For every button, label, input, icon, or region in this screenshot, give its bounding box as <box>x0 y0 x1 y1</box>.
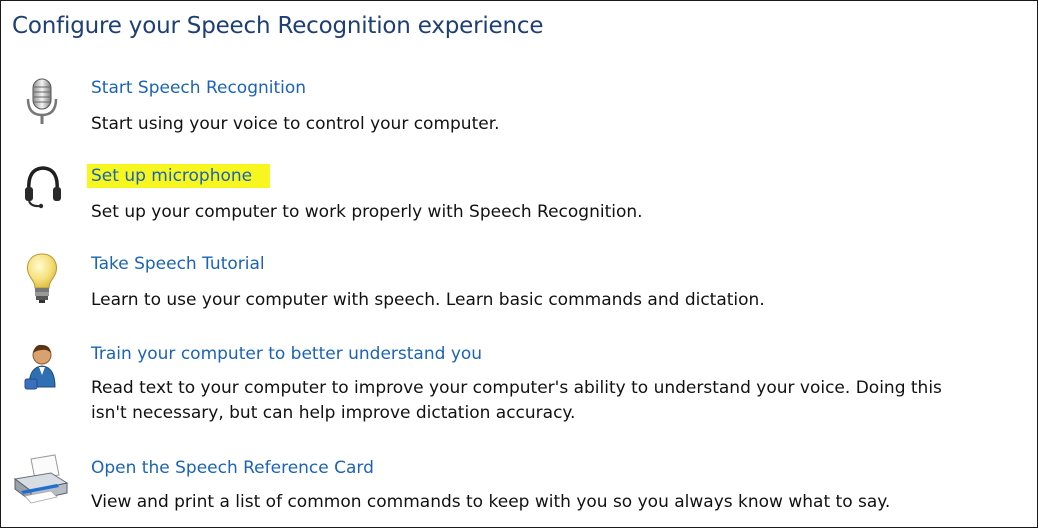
speech-recognition-panel: Configure your Speech Recognition experi… <box>0 0 1038 528</box>
take-speech-tutorial-description: Learn to use your computer with speech. … <box>91 290 765 310</box>
set-up-microphone-description: Set up your computer to work properly wi… <box>91 202 643 222</box>
start-speech-recognition-description: Start using your voice to control your c… <box>91 114 500 134</box>
train-computer-description-line-1: Read text to your computer to improve yo… <box>91 378 942 398</box>
microphone-icon <box>21 75 65 129</box>
open-speech-reference-card-link[interactable]: Open the Speech Reference Card <box>91 456 374 480</box>
printer-icon <box>11 453 71 507</box>
user-training-icon <box>21 339 65 393</box>
set-up-microphone-link[interactable]: Set up microphone <box>87 164 271 188</box>
take-speech-tutorial-link[interactable]: Take Speech Tutorial <box>91 252 265 276</box>
page-title: Configure your Speech Recognition experi… <box>12 13 544 39</box>
lightbulb-icon <box>21 251 65 305</box>
train-computer-link[interactable]: Train your computer to better understand… <box>91 342 482 366</box>
train-computer-description-line-2: isn't necessary, but can help improve di… <box>91 403 576 423</box>
headset-icon <box>21 161 65 215</box>
start-speech-recognition-link[interactable]: Start Speech Recognition <box>91 76 306 100</box>
open-speech-reference-card-description: View and print a list of common commands… <box>91 492 891 512</box>
